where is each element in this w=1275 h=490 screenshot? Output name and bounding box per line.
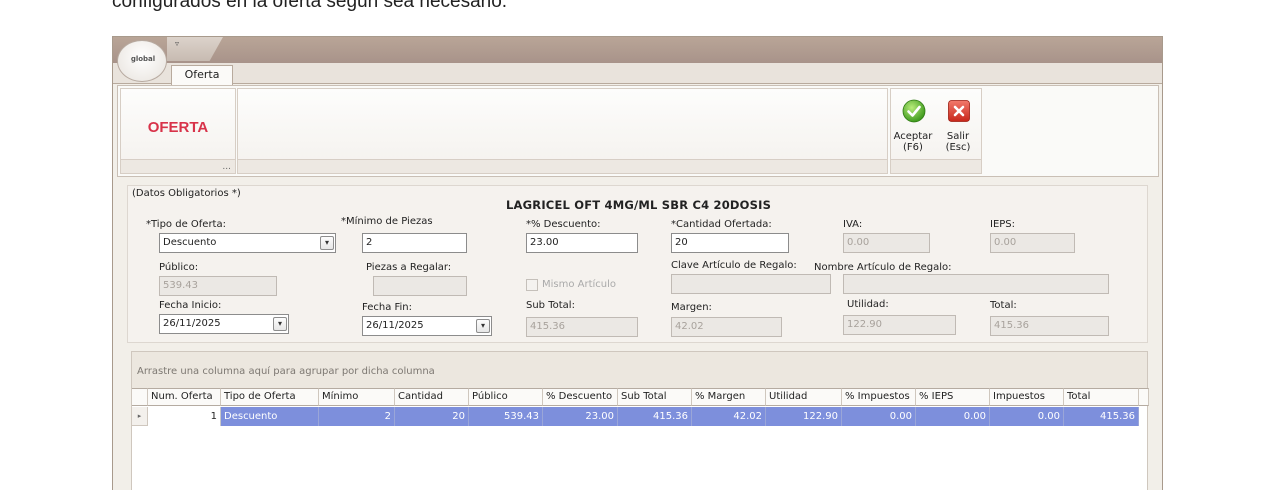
table-cell[interactable]: 415.36 (618, 407, 692, 426)
tipo-oferta-label: *Tipo de Oferta: (146, 219, 226, 230)
total-field: 415.36 (990, 316, 1109, 336)
iva-label: IVA: (843, 219, 863, 230)
table-cell[interactable]: 23.00 (543, 407, 618, 426)
ribbon-group-oferta: OFERTA ... (120, 88, 236, 174)
ribbon-group-empty (237, 88, 888, 174)
utilidad-field: 122.90 (843, 315, 956, 335)
accept-button[interactable]: Aceptar (F6) (892, 97, 934, 161)
column-header[interactable]: Público (469, 388, 543, 406)
ribbon-panel: OFERTA ... Aceptar (F6) Salir (Esc) (117, 85, 1159, 177)
cantidad-ofertada-label: *Cantidad Ofertada: (671, 219, 772, 230)
margen-field: 42.02 (671, 317, 782, 337)
application-button[interactable]: global (117, 40, 167, 82)
table-cell[interactable]: Descuento (221, 407, 319, 426)
column-header[interactable]: % IEPS (916, 388, 990, 406)
publico-field: 539.43 (159, 276, 277, 296)
row-indicator-header (132, 388, 148, 406)
fecha-fin-label: Fecha Fin: (362, 302, 413, 313)
group-by-panel[interactable]: Arrastre una columna aquí para agrupar p… (132, 352, 1147, 388)
column-header[interactable]: % Margen (692, 388, 766, 406)
exit-label: Salir (Esc) (945, 131, 971, 153)
ribbon-group-footer (891, 159, 981, 173)
table-cell[interactable]: 0.00 (842, 407, 916, 426)
ribbon-tab-strip (113, 63, 1162, 84)
title-bar (113, 37, 1162, 63)
calendar-dropdown-icon[interactable]: ▾ (273, 317, 287, 331)
clave-regalo-field (671, 274, 831, 294)
nombre-regalo-label: Nombre Artículo de Regalo: (814, 262, 952, 273)
total-label: Total: (990, 300, 1017, 311)
column-header[interactable]: Num. Oferta (148, 388, 221, 406)
column-header[interactable]: Sub Total (618, 388, 692, 406)
offers-grid: Arrastre una columna aquí para agrupar p… (131, 351, 1149, 490)
close-icon (948, 100, 970, 122)
column-header[interactable]: Utilidad (766, 388, 842, 406)
column-header[interactable]: Cantidad (395, 388, 469, 406)
fecha-fin-picker[interactable]: 26/11/2025 ▾ (362, 316, 492, 336)
ieps-label: IEPS: (990, 219, 1016, 230)
offer-form: (Datos Obligatorios *) LAGRICEL OFT 4MG/… (127, 185, 1148, 343)
chevron-down-icon[interactable]: ▾ (320, 236, 334, 250)
oferta-window: ▿ global Oferta OFERTA ... Aceptar (F6) … (112, 36, 1163, 490)
sub-total-label: Sub Total: (526, 300, 575, 311)
piezas-regalar-label: Piezas a Regalar: (366, 262, 452, 273)
piezas-regalar-field (373, 276, 467, 296)
table-cell[interactable]: 42.02 (692, 407, 766, 426)
nombre-regalo-field (843, 274, 1109, 294)
table-cell[interactable]: 0.00 (916, 407, 990, 426)
quick-access-dropdown-icon[interactable]: ▿ (175, 39, 179, 48)
clave-regalo-label: Clave Artículo de Regalo: (671, 260, 797, 271)
column-header[interactable]: % Descuento (543, 388, 618, 406)
table-cell[interactable]: 415.36 (1064, 407, 1139, 426)
table-cell[interactable]: 1 (148, 407, 221, 426)
ribbon-group-launcher[interactable]: ... (121, 162, 235, 172)
column-header[interactable]: Total (1064, 388, 1139, 406)
required-note: (Datos Obligatorios *) (132, 188, 241, 199)
minimo-piezas-label: *Mínimo de Piezas (341, 216, 433, 227)
column-header[interactable]: Tipo de Oferta (221, 388, 319, 406)
table-cell[interactable]: 0.00 (990, 407, 1064, 426)
product-name: LAGRICEL OFT 4MG/ML SBR C4 20DOSIS (506, 198, 772, 212)
ribbon-group-title: OFERTA (147, 119, 209, 136)
fecha-inicio-picker[interactable]: 26/11/2025 ▾ (159, 314, 289, 334)
accept-label: Aceptar (F6) (893, 131, 933, 153)
column-header[interactable]: Mínimo (319, 388, 395, 406)
ribbon-group-footer (238, 159, 887, 173)
table-cell[interactable]: 20 (395, 407, 469, 426)
table-cell[interactable]: 2 (319, 407, 395, 426)
tipo-oferta-select[interactable]: Descuento ▾ (159, 233, 336, 253)
column-header[interactable]: Impuestos (990, 388, 1064, 406)
iva-field: 0.00 (843, 233, 930, 253)
calendar-dropdown-icon[interactable]: ▾ (476, 319, 490, 333)
margen-label: Margen: (671, 302, 712, 313)
document-text: configurados en la oferta según sea nece… (112, 0, 508, 12)
table-cell[interactable]: 539.43 (469, 407, 543, 426)
utilidad-label: Utilidad: (847, 299, 889, 310)
row-indicator-icon: ▸ (132, 407, 148, 426)
mismo-articulo-label: Mismo Artículo (542, 279, 617, 290)
exit-button[interactable]: Salir (Esc) (937, 97, 979, 161)
ribbon-group-actions: Aceptar (F6) Salir (Esc) (890, 88, 982, 174)
fecha-inicio-label: Fecha Inicio: (159, 300, 222, 311)
mismo-articulo-checkbox[interactable] (526, 279, 538, 291)
sub-total-field: 415.36 (526, 317, 638, 337)
group-by-hint: Arrastre una columna aquí para agrupar p… (137, 366, 435, 377)
cantidad-ofertada-input[interactable]: 20 (671, 233, 789, 253)
table-cell[interactable]: 122.90 (766, 407, 842, 426)
descuento-input[interactable]: 23.00 (526, 233, 638, 253)
column-header[interactable]: % Impuestos (842, 388, 916, 406)
ieps-field: 0.00 (990, 233, 1075, 253)
minimo-piezas-input[interactable]: 2 (362, 233, 467, 253)
publico-label: Público: (159, 262, 199, 273)
tab-oferta[interactable]: Oferta (171, 65, 233, 85)
app-logo: global (130, 55, 156, 63)
descuento-label: *% Descuento: (526, 219, 601, 230)
column-header-filler (1139, 388, 1149, 406)
check-icon (902, 99, 926, 123)
